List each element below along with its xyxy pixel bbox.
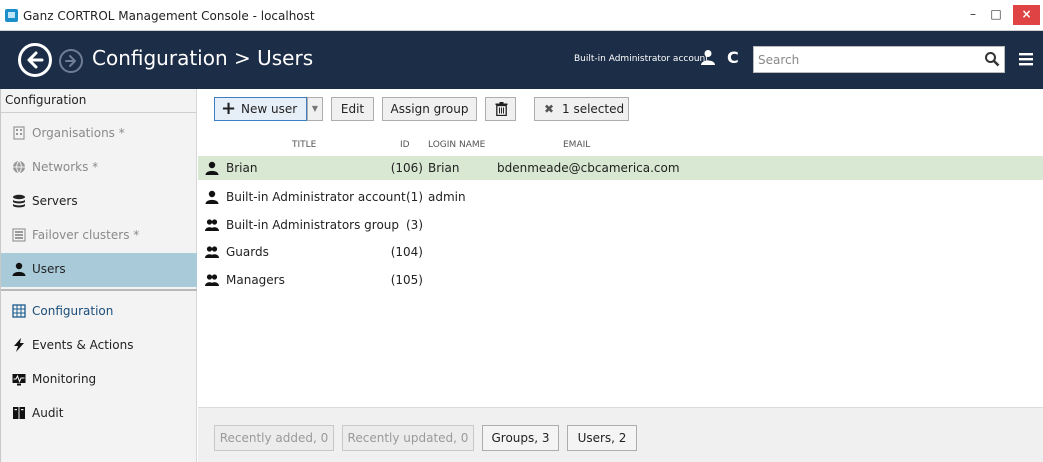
toolbar: + New user ▼ Edit Assign group ✖ 1 selec… [198, 89, 1043, 135]
assign-group-button[interactable]: Assign group [382, 97, 477, 121]
cell-id: (105) [390, 273, 423, 287]
delete-button[interactable] [485, 97, 516, 121]
search-box [753, 46, 1005, 73]
audit-icon [13, 407, 25, 419]
group-icon [205, 274, 219, 286]
nav-label: Events & Actions [32, 338, 134, 352]
sidebar-divider [1, 112, 197, 113]
arrow-right-icon [65, 55, 76, 67]
lightning-icon [14, 338, 24, 352]
clear-selection-button[interactable]: ✖ 1 selected [534, 97, 629, 121]
sidebar-item-servers[interactable]: Servers [1, 185, 197, 219]
monitoring-icon [12, 374, 26, 386]
cell-login: Brian [428, 161, 460, 175]
recently-updated-button[interactable]: Recently updated, 0 [342, 425, 474, 451]
cell-email: bdenmeade@cbcamerica.com [497, 161, 680, 175]
window-title: Ganz CORTROL Management Console - localh… [23, 9, 315, 23]
sidebar-item-networks[interactable]: Networks * [1, 151, 197, 185]
servers-icon [13, 194, 25, 208]
sidebar: Configuration Organisations * Networks *… [0, 89, 197, 462]
chevron-down-icon: ▼ [311, 104, 319, 113]
main-content: + New user ▼ Edit Assign group ✖ 1 selec… [198, 89, 1043, 462]
table-row[interactable]: Managers (105) [198, 268, 1043, 292]
cell-title: Managers [226, 273, 285, 287]
sidebar-item-organisations[interactable]: Organisations * [1, 117, 197, 151]
column-header-login[interactable]: LOGIN NAME [428, 140, 485, 150]
sidebar-item-label: Users [32, 262, 66, 276]
cell-id: (104) [390, 245, 423, 259]
hamburger-menu-icon[interactable] [1018, 51, 1034, 67]
account-name[interactable]: Built-in Administrator account [574, 54, 709, 64]
selected-count: 1 selected [562, 102, 625, 116]
cell-title: Built-in Administrators group [226, 218, 400, 232]
close-button[interactable]: × [1013, 5, 1040, 25]
column-header-title[interactable]: TITLE [292, 140, 316, 150]
recently-added-button[interactable]: Recently added, 0 [214, 425, 334, 451]
user-icon [205, 161, 219, 175]
user-icon [205, 190, 219, 204]
groups-filter-button[interactable]: Groups, 3 [482, 425, 559, 451]
organisation-icon [13, 126, 25, 140]
group-icon [205, 219, 219, 231]
configuration-icon [12, 304, 26, 318]
cell-title: Built-in Administrator account [226, 190, 406, 204]
network-icon [13, 160, 25, 174]
nav-configuration[interactable]: Configuration [1, 295, 197, 329]
page-title: Configuration > Users [92, 46, 314, 70]
cell-title: Guards [226, 245, 269, 259]
cell-id: (106) [390, 161, 423, 175]
nav-label: Configuration [32, 304, 114, 318]
app-icon [5, 9, 18, 22]
group-icon [205, 246, 219, 258]
window-titlebar: Ganz CORTROL Management Console - localh… [0, 0, 1043, 31]
forward-button[interactable] [59, 49, 83, 73]
user-icon [12, 262, 26, 276]
sidebar-item-label: Organisations * [32, 126, 125, 140]
column-header-id[interactable]: ID [400, 140, 410, 150]
sidebar-item-failover-clusters[interactable]: Failover clusters * [1, 219, 197, 253]
sidebar-item-label: Servers [32, 194, 78, 208]
sidebar-item-label: Networks * [32, 160, 99, 174]
users-filter-button[interactable]: Users, 2 [567, 425, 637, 451]
cell-id: (1) [406, 190, 423, 204]
edit-button[interactable]: Edit [331, 97, 374, 121]
nav-label: Audit [32, 406, 64, 420]
cell-id: (3) [406, 218, 423, 232]
new-user-button[interactable]: + New user [214, 97, 307, 121]
user-icon[interactable] [700, 49, 716, 65]
sidebar-item-users[interactable]: Users [1, 253, 197, 287]
sidebar-section-title: Configuration [5, 93, 87, 107]
maximize-button[interactable]: □ [986, 5, 1006, 25]
nav-monitoring[interactable]: Monitoring [1, 363, 197, 397]
cell-title: Brian [226, 161, 258, 175]
arrow-left-icon [27, 51, 44, 69]
app-header: Configuration > Users Built-in Administr… [0, 31, 1043, 89]
refresh-icon[interactable]: C [727, 48, 739, 67]
search-icon[interactable] [984, 51, 1000, 67]
table-row[interactable]: Brian (106) Brian bdenmeade@cbcamerica.c… [198, 156, 1043, 180]
filter-footer: Recently added, 0 Recently updated, 0 Gr… [198, 407, 1043, 462]
close-icon: ✖ [544, 102, 555, 116]
nav-events-actions[interactable]: Events & Actions [1, 329, 197, 363]
cell-login: admin [428, 190, 466, 204]
new-user-dropdown-button[interactable]: ▼ [307, 97, 323, 121]
table-row[interactable]: Built-in Administrators group (3) [198, 213, 1043, 237]
nav-audit[interactable]: Audit [1, 397, 197, 431]
table-row[interactable]: Guards (104) [198, 240, 1043, 264]
search-input[interactable] [754, 47, 974, 72]
minimize-button[interactable]: – [963, 5, 983, 25]
back-button[interactable] [18, 43, 52, 77]
table-row[interactable]: Built-in Administrator account (1) admin [198, 185, 1043, 209]
nav-label: Monitoring [32, 372, 97, 386]
sidebar-divider [1, 289, 197, 291]
sidebar-item-label: Failover clusters * [32, 228, 140, 242]
column-header-email[interactable]: EMAIL [563, 140, 590, 150]
plus-icon: + [221, 98, 237, 119]
new-user-label: New user [241, 102, 298, 116]
trash-icon [495, 102, 508, 116]
failover-icon [12, 228, 26, 242]
